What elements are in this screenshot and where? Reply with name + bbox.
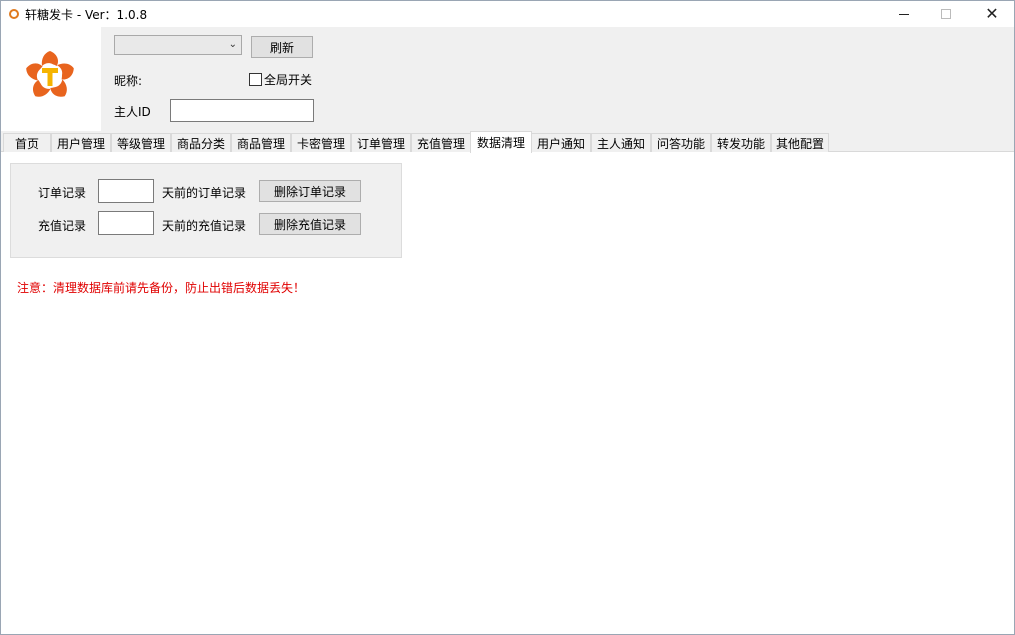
tab-home[interactable]: 首页 bbox=[3, 133, 51, 152]
title-bar: 轩糖发卡 - Ver：1.0.8 ✕ bbox=[1, 1, 1014, 27]
minimize-button[interactable] bbox=[881, 1, 927, 27]
cleanup-groupbox: 订单记录 天前的订单记录 删除订单记录 充值记录 天前的充值记录 删除充值记录 bbox=[10, 163, 402, 258]
backup-warning-text: 注意：清理数据库前请先备份，防止出错后数据丢失！ bbox=[17, 281, 306, 295]
refresh-button[interactable]: 刷新 bbox=[251, 36, 313, 58]
recharge-days-suffix: 天前的充值记录 bbox=[162, 219, 247, 233]
owner-id-input[interactable] bbox=[170, 99, 314, 122]
maximize-icon bbox=[941, 9, 951, 19]
logo-panel bbox=[1, 27, 101, 131]
tab-owner-notification[interactable]: 主人通知 bbox=[591, 133, 651, 152]
recharge-days-input[interactable] bbox=[98, 211, 154, 235]
tab-product-category[interactable]: 商品分类 bbox=[171, 133, 231, 152]
tab-qa-function[interactable]: 问答功能 bbox=[651, 133, 711, 152]
tab-forward-function[interactable]: 转发功能 bbox=[711, 133, 771, 152]
tab-recharge-management[interactable]: 充值管理 bbox=[411, 133, 471, 152]
logo-icon bbox=[26, 51, 74, 97]
recharge-records-label: 充值记录 bbox=[38, 219, 87, 233]
order-records-label: 订单记录 bbox=[38, 186, 87, 200]
window-title: 轩糖发卡 - Ver：1.0.8 bbox=[25, 8, 148, 22]
tab-user-notification[interactable]: 用户通知 bbox=[531, 133, 591, 152]
owner-id-label: 主人ID bbox=[114, 105, 151, 119]
tab-order-management[interactable]: 订单管理 bbox=[351, 133, 411, 152]
global-switch-label: 全局开关 bbox=[264, 73, 313, 87]
app-icon bbox=[9, 9, 19, 19]
checkbox-box[interactable] bbox=[249, 73, 262, 86]
global-switch-checkbox[interactable]: 全局开关 bbox=[249, 71, 312, 88]
minimize-icon bbox=[899, 13, 909, 15]
nickname-label: 昵称: bbox=[114, 74, 143, 88]
tab-level-management[interactable]: 等级管理 bbox=[111, 133, 171, 152]
app-window: 轩糖发卡 - Ver：1.0.8 ✕ ⌄ 刷新 昵称: 全局开关 主人ID 首页… bbox=[0, 0, 1015, 635]
order-days-suffix: 天前的订单记录 bbox=[162, 186, 247, 200]
maximize-button[interactable] bbox=[923, 1, 969, 27]
tab-strip: 首页 用户管理 等级管理 商品分类 商品管理 卡密管理 订单管理 充值管理 数据… bbox=[1, 131, 1014, 153]
tab-data-cleanup[interactable]: 数据清理 bbox=[470, 131, 532, 153]
account-select[interactable]: ⌄ bbox=[114, 35, 242, 55]
tab-content-data-cleanup: 订单记录 天前的订单记录 删除订单记录 充值记录 天前的充值记录 删除充值记录 … bbox=[1, 152, 1014, 634]
tab-product-management[interactable]: 商品管理 bbox=[231, 133, 291, 152]
order-days-input[interactable] bbox=[98, 179, 154, 203]
tab-other-config[interactable]: 其他配置 bbox=[771, 133, 829, 152]
delete-recharge-records-button[interactable]: 删除充值记录 bbox=[259, 213, 361, 235]
header-panel: ⌄ 刷新 昵称: 全局开关 主人ID bbox=[1, 27, 1014, 131]
delete-order-records-button[interactable]: 删除订单记录 bbox=[259, 180, 361, 202]
chevron-down-icon: ⌄ bbox=[228, 39, 237, 50]
tab-card-key-management[interactable]: 卡密管理 bbox=[291, 133, 351, 152]
tab-user-management[interactable]: 用户管理 bbox=[51, 133, 111, 152]
close-button[interactable]: ✕ bbox=[969, 1, 1015, 27]
close-icon: ✕ bbox=[985, 4, 999, 23]
